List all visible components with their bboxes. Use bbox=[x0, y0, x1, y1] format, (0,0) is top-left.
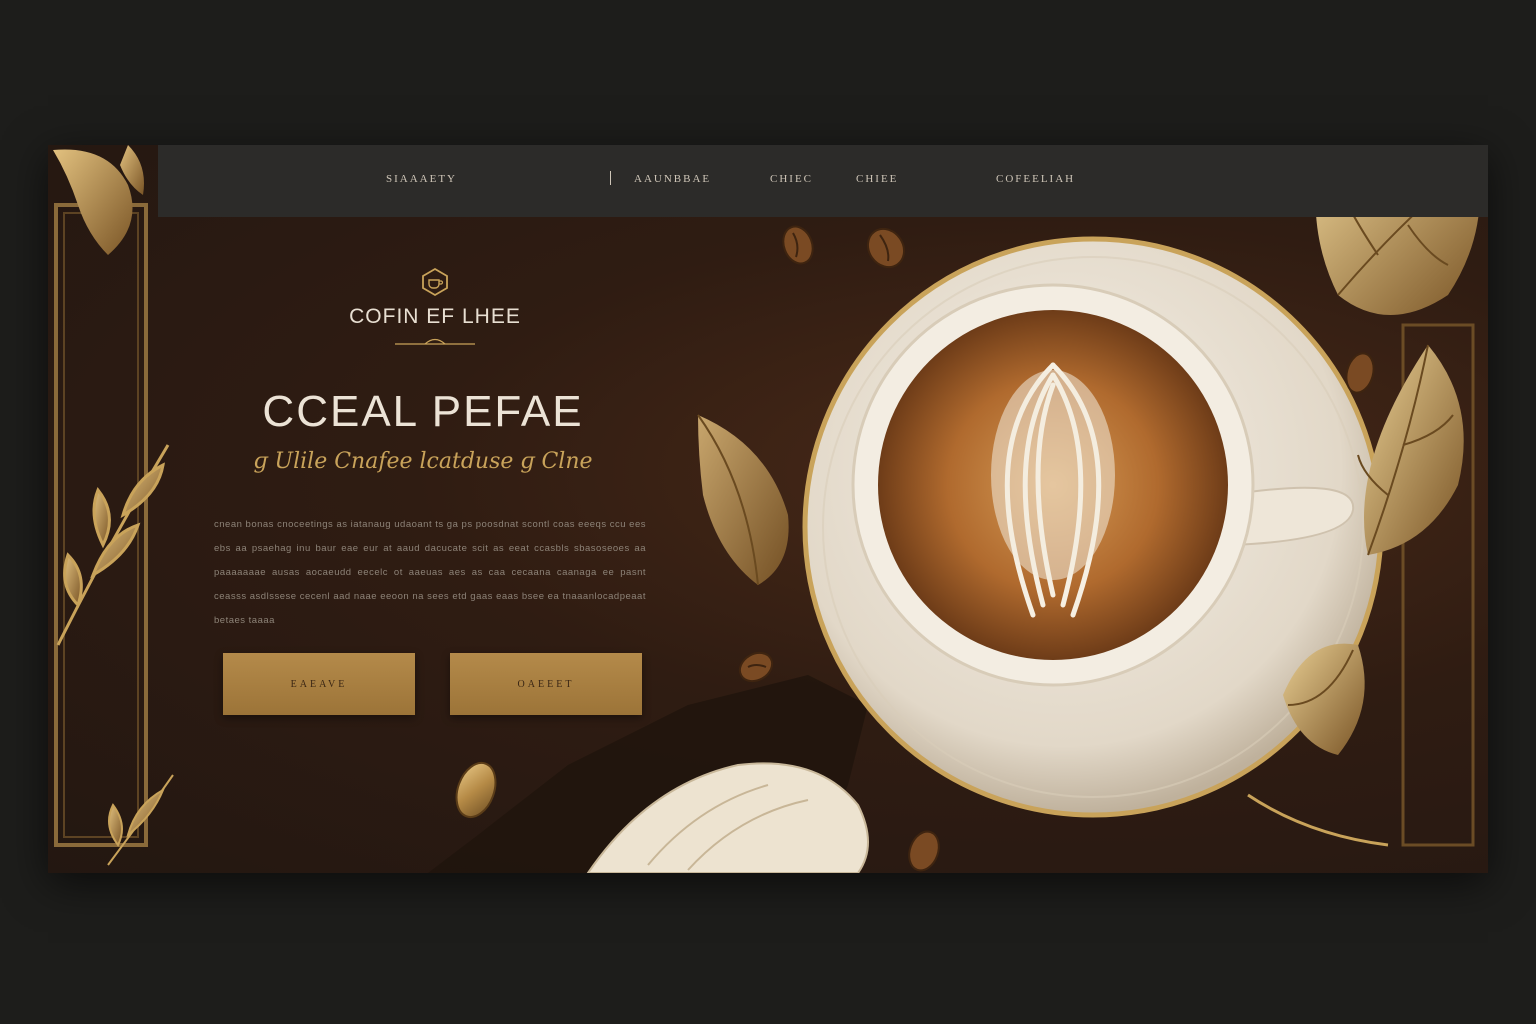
hero-panel: SIAAAETY AAUNBBAE CHIEC CHIEE COFEELIAH … bbox=[48, 145, 1488, 873]
nav-item-4[interactable]: CHIEE bbox=[856, 173, 898, 185]
hero-headline: CCEAL PEFAE bbox=[262, 387, 584, 436]
primary-cta-button[interactable]: EAEAVE bbox=[223, 653, 415, 715]
secondary-cta-button[interactable]: OAEEET bbox=[450, 653, 642, 715]
nav-item-2[interactable]: AAUNBBAE bbox=[634, 173, 711, 185]
nav-item-5[interactable]: COFEELIAH bbox=[996, 173, 1075, 185]
hero-body-text: cnean bonas cnoceetings as iatanaug udao… bbox=[214, 519, 646, 626]
nav-item-1[interactable]: SIAAAETY bbox=[386, 173, 457, 185]
coffee-hexagon-icon bbox=[422, 267, 448, 297]
ornament-divider bbox=[395, 338, 475, 345]
top-nav-bar: SIAAAETY AAUNBBAE CHIEC CHIEE COFEELIAH bbox=[158, 145, 1488, 217]
brand-logo[interactable]: COFIN EF LHEE bbox=[330, 267, 540, 347]
nav-divider bbox=[610, 171, 611, 185]
hero-script-tagline: ɡ Ulile Cnafee lcatduse ɡ Clne bbox=[253, 449, 593, 474]
gold-leaves-ornament-right bbox=[1247, 150, 1480, 847]
nav-item-3[interactable]: CHIEC bbox=[770, 173, 813, 185]
brand-name: COFIN EF LHEE bbox=[349, 305, 521, 328]
gold-frame-ornament-left bbox=[53, 145, 174, 866]
